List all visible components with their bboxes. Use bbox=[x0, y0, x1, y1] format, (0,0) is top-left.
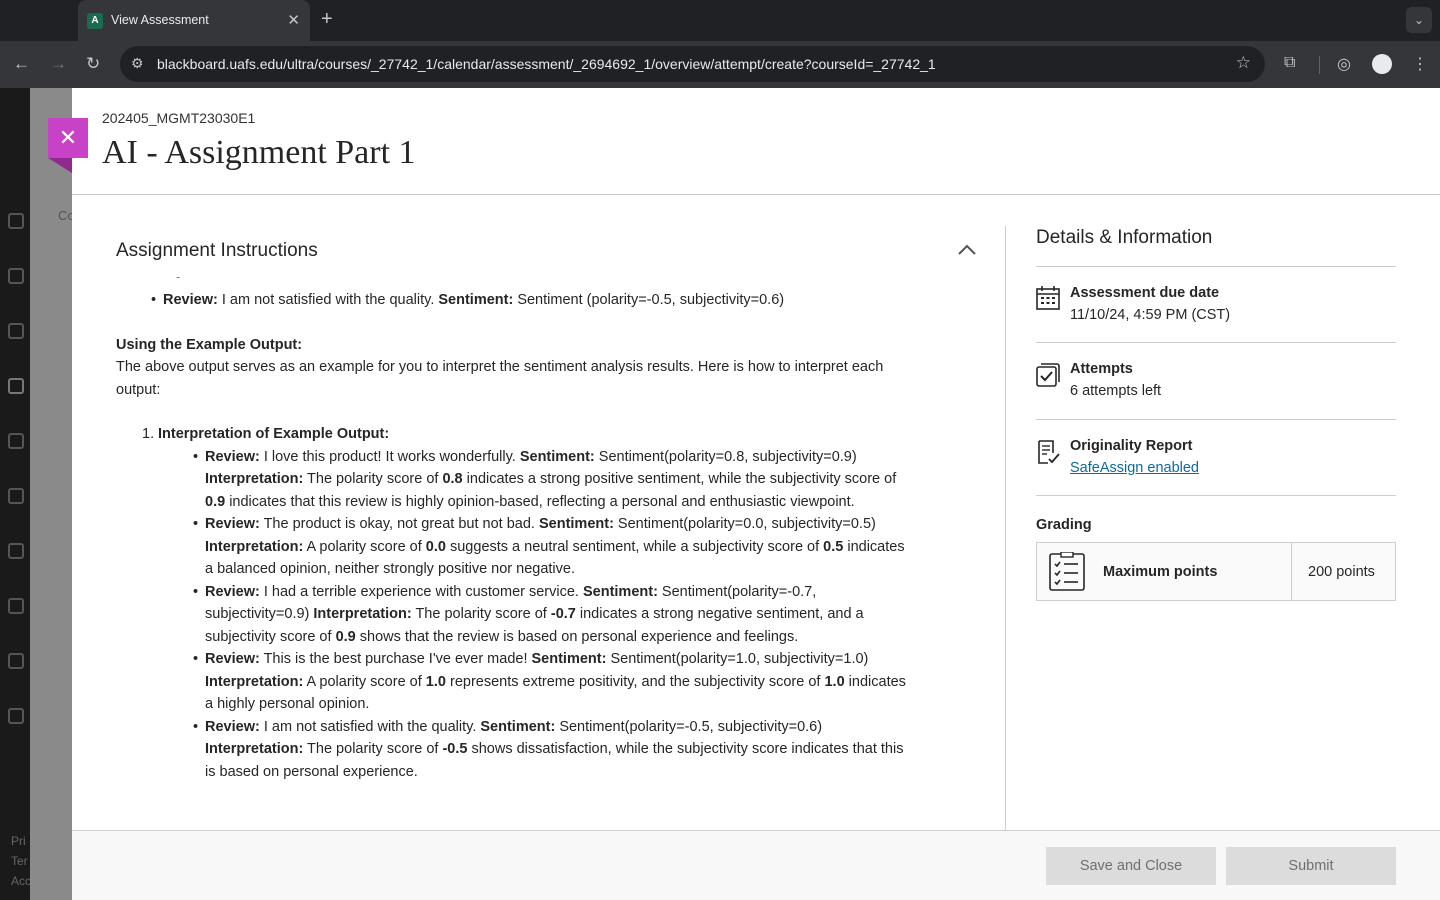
attempts-check-icon bbox=[1036, 363, 1060, 387]
background-footer-text: Acc bbox=[11, 874, 32, 888]
max-points-value: 200 points bbox=[1308, 564, 1375, 580]
collapse-chevron-icon[interactable] bbox=[956, 242, 978, 258]
extension-leaf-icon[interactable]: ◎ bbox=[1337, 54, 1351, 74]
section-title: Assignment Instructions bbox=[116, 240, 318, 261]
top-review-item: Review: I am not satisfied with the qual… bbox=[116, 289, 936, 312]
site-info-icon[interactable]: ⚙ bbox=[131, 55, 144, 72]
calendar-icon bbox=[1036, 286, 1060, 310]
extensions-icon[interactable]: ⧉ bbox=[1284, 54, 1295, 72]
numbered-item: 1. Interpretation of Example Output: bbox=[116, 423, 936, 446]
background-nav-icon bbox=[8, 213, 24, 229]
background-nav-icon bbox=[8, 323, 24, 339]
list-item: Review: The product is okay, not great b… bbox=[193, 513, 906, 581]
due-date-label: Assessment due date bbox=[1070, 285, 1220, 301]
background-footer-text: Ter bbox=[11, 854, 28, 868]
background-nav-icon bbox=[8, 268, 24, 284]
details-divider bbox=[1036, 342, 1396, 343]
interpretation-list: Review: I love this product! It works wo… bbox=[193, 446, 906, 784]
bookmark-star-icon[interactable]: ☆ bbox=[1236, 53, 1251, 73]
list-item: Review: I am not satisfied with the qual… bbox=[151, 289, 936, 312]
details-divider bbox=[1036, 266, 1396, 267]
clipped-previous-text: • ˎ ˎ ˎ ˎ ˎ ˎ ˎ bbox=[176, 277, 816, 278]
attempts-label: Attempts bbox=[1070, 361, 1133, 377]
close-icon: ✕ bbox=[58, 125, 78, 150]
browser-toolbar: ← → ↻ ⚙ blackboard.uafs.edu/ultra/course… bbox=[0, 41, 1440, 88]
background-nav-icon bbox=[8, 653, 24, 669]
toolbar-divider bbox=[1319, 56, 1320, 74]
browser-tab-bar: A View Assessment ✕ + ⌄ bbox=[0, 0, 1440, 41]
grading-box: Maximum points 200 points bbox=[1036, 542, 1396, 601]
browser-menu-icon[interactable]: ⋮ bbox=[1412, 54, 1428, 74]
max-points-label: Maximum points bbox=[1103, 564, 1218, 580]
list-item: Review: I am not satisfied with the qual… bbox=[193, 716, 906, 784]
due-date-value: 11/10/24, 4:59 PM (CST) bbox=[1070, 307, 1231, 323]
attempts-value: 6 attempts left bbox=[1070, 383, 1162, 399]
background-content-strip: Co bbox=[30, 88, 75, 900]
grading-label: Grading bbox=[1036, 517, 1092, 533]
details-divider bbox=[1036, 419, 1396, 420]
profile-avatar-icon[interactable] bbox=[1372, 54, 1392, 74]
rubric-checklist-icon bbox=[1049, 552, 1085, 591]
safeassign-link[interactable]: SafeAssign enabled bbox=[1070, 460, 1199, 476]
background-nav-icon bbox=[8, 598, 24, 614]
list-heading: Interpretation of Example Output: bbox=[158, 426, 390, 442]
page-title: AI - Assignment Part 1 bbox=[102, 134, 416, 171]
back-arrow-icon[interactable]: ← bbox=[13, 54, 30, 74]
using-example-text: The above output serves as an example fo… bbox=[116, 359, 884, 398]
close-tab-icon[interactable]: ✕ bbox=[287, 11, 300, 29]
column-divider bbox=[1005, 226, 1006, 830]
details-title: Details & Information bbox=[1036, 227, 1213, 248]
background-nav-icon bbox=[8, 543, 24, 559]
browser-tab[interactable]: A View Assessment ✕ bbox=[78, 0, 310, 41]
address-bar[interactable]: ⚙ blackboard.uafs.edu/ultra/courses/_277… bbox=[120, 46, 1265, 82]
blackboard-favicon-icon: A bbox=[87, 13, 103, 29]
background-sidebar: Pri Ter Acc bbox=[0, 88, 32, 900]
save-and-close-button[interactable]: Save and Close bbox=[1046, 847, 1216, 885]
using-example-heading: Using the Example Output: bbox=[116, 336, 303, 353]
originality-report-icon bbox=[1038, 440, 1060, 464]
background-footer-text: Pri bbox=[11, 834, 26, 848]
originality-label: Originality Report bbox=[1070, 438, 1193, 454]
tab-title: View Assessment bbox=[111, 13, 209, 27]
close-panel-button[interactable]: ✕ bbox=[48, 118, 88, 158]
instructions-scroll-area[interactable]: • ˎ ˎ ˎ ˎ ˎ ˎ ˎ Review: I am not satisfi… bbox=[116, 277, 936, 830]
close-button-tab bbox=[48, 158, 72, 173]
new-tab-icon[interactable]: + bbox=[321, 8, 333, 31]
tab-search-chevron-icon[interactable]: ⌄ bbox=[1406, 7, 1432, 33]
background-nav-icon bbox=[8, 488, 24, 504]
forward-arrow-icon[interactable]: → bbox=[50, 54, 67, 74]
instructions-column: Assignment Instructions • ˎ ˎ ˎ ˎ ˎ ˎ ˎ … bbox=[72, 195, 1005, 830]
list-item: Review: I had a terrible experience with… bbox=[193, 581, 906, 649]
details-divider bbox=[1036, 495, 1396, 496]
grading-box-divider bbox=[1291, 543, 1292, 600]
background-nav-icon bbox=[8, 708, 24, 724]
list-item: Review: I love this product! It works wo… bbox=[193, 446, 906, 514]
background-nav-icon bbox=[8, 433, 24, 449]
list-item: Review: This is the best purchase I've e… bbox=[193, 648, 906, 716]
background-nav-icon bbox=[8, 378, 24, 394]
submit-button[interactable]: Submit bbox=[1226, 847, 1396, 885]
url-text[interactable]: blackboard.uafs.edu/ultra/courses/_27742… bbox=[157, 56, 936, 72]
list-number: 1. bbox=[142, 426, 155, 442]
reload-icon[interactable]: ↻ bbox=[86, 54, 100, 74]
course-code: 202405_MGMT23030E1 bbox=[102, 110, 256, 126]
